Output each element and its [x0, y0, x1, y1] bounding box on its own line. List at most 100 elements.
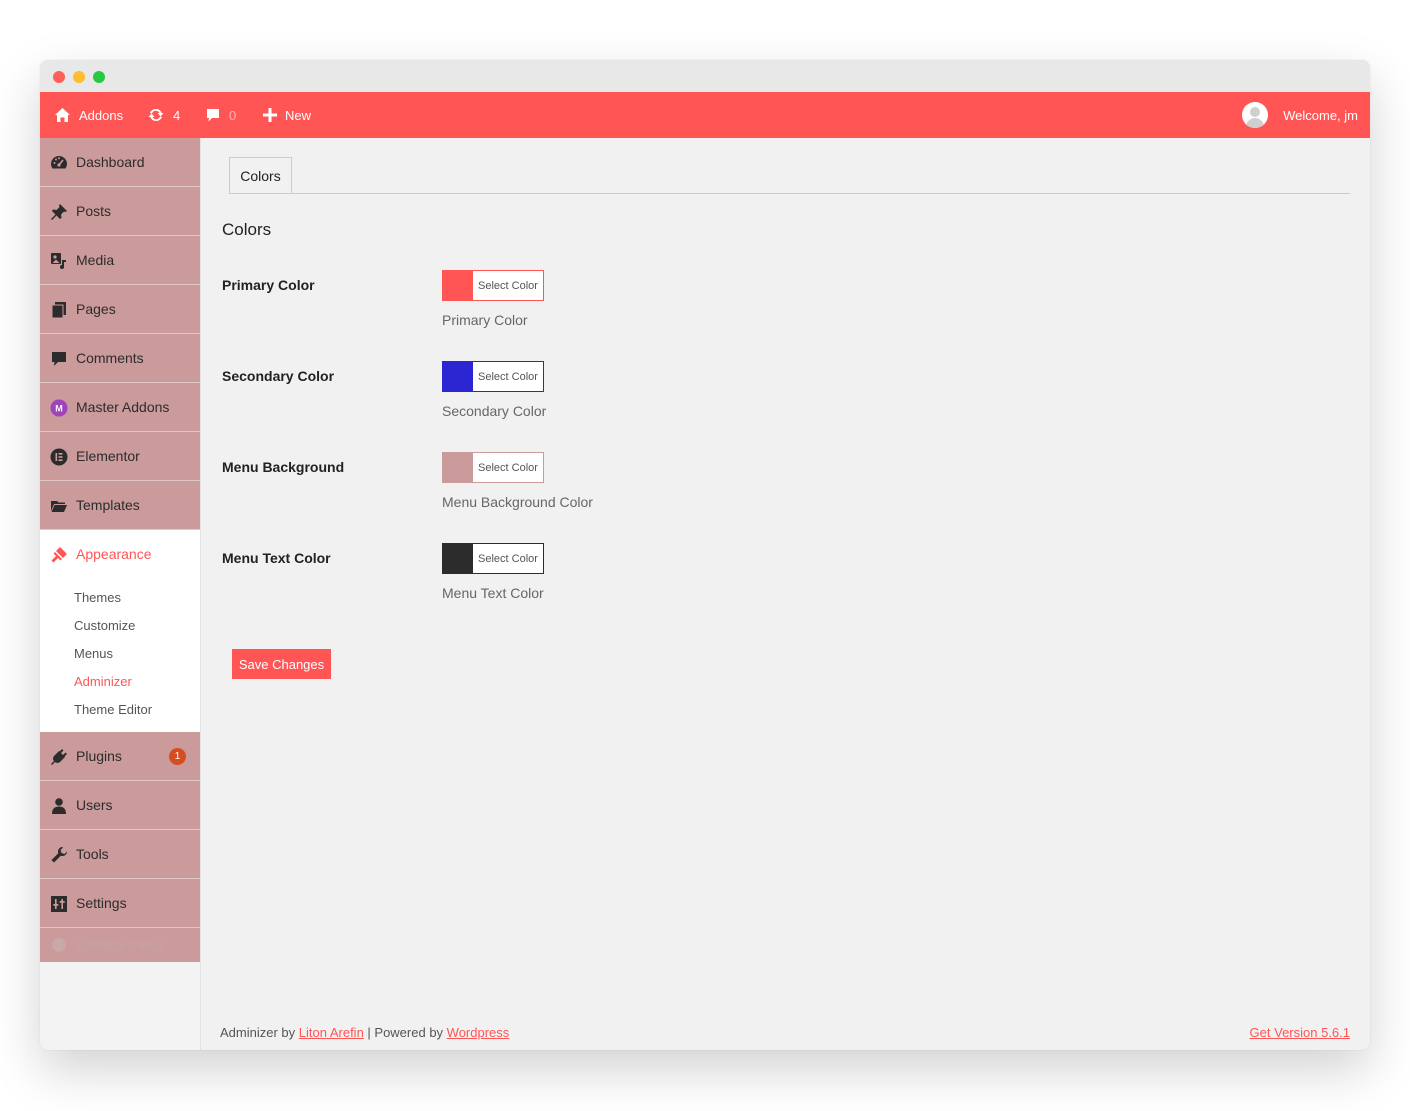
elementor-icon: [50, 448, 68, 466]
collapse-icon: [52, 938, 66, 952]
wordpress-link[interactable]: Wordpress: [447, 1025, 510, 1040]
comments-count: 0: [229, 107, 237, 123]
color-picker[interactable]: Select Color: [442, 270, 544, 301]
sidebar-item-label: Settings: [76, 895, 127, 911]
new-label: New: [285, 107, 312, 123]
user-icon: [50, 797, 68, 815]
comment-icon: [50, 350, 68, 368]
master-addons-icon: M: [50, 399, 68, 417]
color-picker[interactable]: Select Color: [442, 361, 544, 392]
sidebar-item-plugins[interactable]: Plugins 1: [40, 732, 200, 781]
wrench-icon: [50, 846, 68, 864]
color-picker[interactable]: Select Color: [442, 543, 544, 574]
sidebar-item-templates[interactable]: Templates: [40, 481, 200, 530]
sidebar-item-users[interactable]: Users: [40, 781, 200, 830]
user-account-menu[interactable]: Welcome, jm: [1242, 92, 1358, 138]
plugins-update-badge: 1: [169, 748, 186, 765]
tab-colors[interactable]: Colors: [229, 157, 292, 193]
refresh-icon: [147, 107, 165, 123]
author-link[interactable]: Liton Arefin: [299, 1025, 364, 1040]
footer-middle: | Powered by: [363, 1025, 447, 1040]
field-label: Menu Background: [222, 459, 345, 475]
dashboard-icon: [50, 154, 68, 172]
field-description: Primary Color: [442, 312, 528, 328]
sidebar-item-media[interactable]: Media: [40, 236, 200, 285]
field-secondary-color: Secondary Color Select Color Secondary C…: [222, 361, 922, 431]
pages-icon: [50, 301, 68, 319]
save-changes-button[interactable]: Save Changes: [232, 649, 331, 679]
sidebar-item-label: Elementor: [76, 448, 140, 464]
avatar: [1242, 102, 1269, 128]
close-window-button[interactable]: [53, 71, 65, 83]
sidebar-item-elementor[interactable]: Elementor: [40, 432, 200, 481]
settings-tabs: Colors: [229, 157, 1350, 194]
color-swatch[interactable]: [443, 544, 473, 573]
color-picker[interactable]: Select Color: [442, 452, 544, 483]
field-label: Menu Text Color: [222, 550, 331, 566]
field-description: Menu Text Color: [442, 585, 544, 601]
collapse-menu-button[interactable]: Collapse menu: [40, 928, 200, 962]
sidebar-item-label: Users: [76, 797, 113, 813]
field-menu-text-color: Menu Text Color Select Color Menu Text C…: [222, 543, 922, 613]
sidebar-item-label: Templates: [76, 497, 140, 513]
media-icon: [50, 252, 68, 270]
site-home-link[interactable]: Addons: [54, 92, 123, 138]
settings-icon: [50, 895, 68, 913]
select-color-button[interactable]: Select Color: [473, 362, 543, 391]
pin-icon: [50, 203, 68, 221]
updates-link[interactable]: 4: [147, 92, 180, 138]
main-content: Colors Colors Primary Color Select Color…: [201, 138, 1370, 1050]
browser-window: Addons 4 0 New Welcome, jm Dashboard Pos…: [40, 60, 1370, 1050]
footer-prefix: Adminizer by: [220, 1025, 299, 1040]
submenu-item-theme-editor[interactable]: Theme Editor: [40, 696, 200, 724]
sidebar-item-comments[interactable]: Comments: [40, 334, 200, 383]
submenu-item-adminizer[interactable]: Adminizer: [40, 668, 200, 696]
color-swatch[interactable]: [443, 271, 473, 300]
select-color-button[interactable]: Select Color: [473, 544, 543, 573]
submenu-item-customize[interactable]: Customize: [40, 612, 200, 640]
submenu-item-menus[interactable]: Menus: [40, 640, 200, 668]
sidebar-item-label: Plugins: [76, 748, 122, 764]
sidebar-item-appearance[interactable]: Appearance: [40, 530, 200, 578]
sidebar-item-tools[interactable]: Tools: [40, 830, 200, 879]
folder-icon: [50, 497, 68, 515]
sidebar-item-settings[interactable]: Settings: [40, 879, 200, 928]
get-version-link[interactable]: Get Version 5.6.1: [1250, 1025, 1350, 1040]
footer-credits: Adminizer by Liton Arefin | Powered by W…: [220, 1025, 509, 1040]
brush-icon: [50, 546, 68, 564]
color-swatch[interactable]: [443, 453, 473, 482]
field-description: Menu Background Color: [442, 494, 593, 510]
admin-bar: Addons 4 0 New Welcome, jm: [40, 92, 1370, 138]
plus-icon: [263, 108, 277, 122]
select-color-button[interactable]: Select Color: [473, 271, 543, 300]
section-title: Colors: [222, 220, 272, 239]
home-icon: [54, 107, 71, 123]
sidebar-item-dashboard[interactable]: Dashboard: [40, 138, 200, 187]
sidebar-item-label: Master Addons: [76, 399, 170, 415]
sidebar-item-label: Tools: [76, 846, 109, 862]
sidebar-item-master-addons[interactable]: M Master Addons: [40, 383, 200, 432]
sidebar-item-label: Appearance: [76, 546, 152, 562]
color-swatch[interactable]: [443, 362, 473, 391]
welcome-text: Welcome, jm: [1283, 107, 1358, 123]
field-label: Secondary Color: [222, 368, 335, 384]
submenu-item-themes[interactable]: Themes: [40, 584, 200, 612]
plug-icon: [50, 748, 68, 766]
minimize-window-button[interactable]: [73, 71, 85, 83]
new-content-link[interactable]: New: [263, 92, 311, 138]
updates-count: 4: [173, 107, 181, 123]
site-name: Addons: [79, 107, 124, 123]
maximize-window-button[interactable]: [93, 71, 105, 83]
sidebar-item-label: Pages: [76, 301, 116, 317]
sidebar-item-posts[interactable]: Posts: [40, 187, 200, 236]
window-titlebar: [40, 60, 1370, 92]
sidebar-item-label: Media: [76, 252, 115, 268]
admin-sidebar: Dashboard Posts Media Pages Comments M M…: [40, 138, 201, 1050]
svg-text:M: M: [55, 404, 63, 414]
comment-icon: [205, 107, 221, 123]
sidebar-item-label: Dashboard: [76, 154, 145, 170]
select-color-button[interactable]: Select Color: [473, 453, 543, 482]
comments-link[interactable]: 0: [205, 92, 236, 138]
sidebar-item-label: Comments: [76, 350, 144, 366]
sidebar-item-pages[interactable]: Pages: [40, 285, 200, 334]
